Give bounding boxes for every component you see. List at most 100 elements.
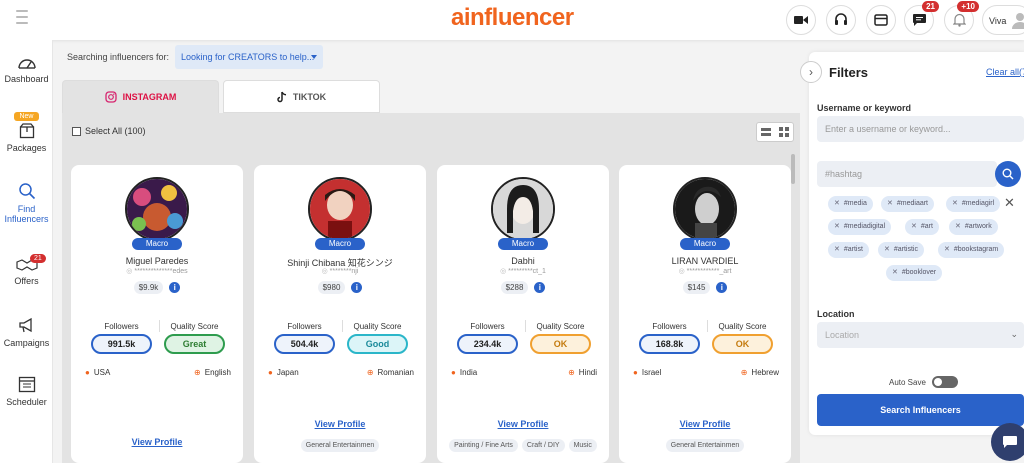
avatar[interactable] [125,177,189,241]
hashtag-chip[interactable]: ✕ #media [828,196,873,212]
user-label: Viva [989,16,1007,26]
divider [159,320,160,332]
hashtag-chip[interactable]: ✕ #booklover [886,265,943,281]
username-input[interactable]: Enter a username or keyword... [817,116,1024,142]
remove-icon: ✕ [955,223,961,230]
package-icon [19,123,34,139]
tiktok-icon [277,91,286,102]
app-logo[interactable]: ainfluencer [451,4,574,32]
tab-tiktok[interactable]: TIKTOK [223,80,380,113]
location-select[interactable]: Location ⌄ [817,322,1024,348]
megaphone-icon [18,317,32,333]
tab-instagram[interactable]: INSTAGRAM [62,80,219,113]
category-tag: Craft / DIY [521,439,565,452]
instagram-icon: ◎ [678,268,687,275]
grid-view-icon[interactable] [775,123,793,141]
chat-button[interactable] [991,423,1024,461]
followers-header: Followers [104,322,139,331]
search-influencers-button[interactable]: Search Influencers [817,394,1024,426]
sidebar-item-label: Scheduler [6,397,47,407]
results-scrollbar[interactable] [791,154,795,184]
view-profile-link[interactable]: View Profile [254,419,426,429]
view-profile-link[interactable]: View Profile [437,419,609,429]
language: ⊕ English [194,368,231,377]
location-pin-icon: ● [451,368,456,377]
info-icon[interactable]: i [716,282,728,293]
close-icon[interactable]: ✕ [1004,195,1015,211]
language: ⊕ Romanian [366,368,414,377]
sidebar-item-find-influencers[interactable]: Find Influencers [0,182,53,224]
hashtag-search-button[interactable] [995,161,1021,187]
user-menu[interactable]: Viva [982,5,1024,35]
auto-save-toggle[interactable] [931,376,958,388]
sidebar-item-offers[interactable]: 21 Offers [0,254,53,286]
sidebar-item-label: Dashboard [4,74,49,84]
hashtag-chip[interactable]: ✕ #artist [828,242,869,258]
language: ⊕ Hindi [568,368,597,377]
sidebar-item-scheduler[interactable]: Scheduler [0,375,53,407]
list-view-icon[interactable] [757,123,775,141]
info-icon[interactable]: i [534,282,546,293]
search-icon [18,183,35,200]
collapse-panel-button[interactable]: › [800,61,822,83]
remove-icon: ✕ [892,269,898,276]
bell-icon[interactable]: +10 [944,1,979,35]
remove-icon: ✕ [911,223,917,230]
avatar[interactable] [673,177,737,241]
hashtag-chip[interactable]: ✕ #mediadigital [828,219,892,235]
price-row: $145 i [619,281,791,294]
category-tag: Music [568,439,597,452]
info-icon[interactable]: i [169,282,181,293]
influencer-card: Macro LIRAN VARDIEL ◎ ************_art $… [619,165,791,463]
clear-all-link[interactable]: Clear all(7 [986,67,1024,77]
sidebar-item-packages[interactable]: New Packages [0,110,53,153]
hashtag-chip[interactable]: ✕ #bookstagram [938,242,1005,258]
view-profile-link[interactable]: View Profile [619,419,791,429]
country: ● India [451,368,478,377]
caret-down-icon [311,55,317,59]
sidebar-item-label: Campaigns [3,338,50,348]
chevron-right-icon: › [809,65,813,79]
hashtag-chip[interactable]: ✕ #art [905,219,939,235]
select-all-checkbox[interactable]: Select All (100) [72,126,146,136]
language: ⊕ Hebrew [740,368,779,377]
quality-header: Quality Score [536,322,585,331]
followers-header: Followers [470,322,505,331]
search-context-label: Searching influencers for: [67,52,170,62]
sidebar-item-dashboard[interactable]: Dashboard [0,56,53,84]
top-header: ainfluencer 21 +10 Viva [0,0,1024,40]
price-badge: $980 [317,281,346,294]
headset-icon[interactable] [826,5,856,35]
remove-icon: ✕ [944,246,950,253]
remove-icon: ✕ [887,200,893,207]
hashtag-chip[interactable]: ✕ #artistic [878,242,924,258]
influencer-card: Macro Shinji Chibana 知花シンジ ◎ ********nji… [254,165,426,463]
sidebar-item-campaigns[interactable]: Campaigns [0,316,53,348]
tier-badge: Macro [680,238,730,250]
chat-icon [1003,436,1017,448]
checkbox[interactable] [72,126,81,136]
new-badge: New [14,112,39,121]
video-icon[interactable] [786,5,816,35]
campaign-select[interactable]: Looking for CREATORS to help... [175,45,323,69]
messages-icon[interactable]: 21 [904,1,939,35]
hashtag-chip[interactable]: ✕ #mediaart [881,196,935,212]
tier-badge: Macro [498,238,548,250]
hashtag-chip[interactable]: ✕ #mediagirl [946,196,1001,212]
avatar[interactable] [491,177,555,241]
view-profile-link[interactable]: View Profile [71,437,243,447]
hashtag-input[interactable]: #hashtag [817,161,997,187]
influencer-name: Miguel Paredes [125,256,189,266]
wallet-icon[interactable] [866,5,896,35]
avatar[interactable] [308,177,372,241]
hamburger-menu-icon[interactable] [16,10,28,24]
info-icon[interactable]: i [351,282,363,293]
notifications-badge: +10 [957,1,979,12]
remove-icon: ✕ [952,200,958,207]
price-row: $288 i [437,281,609,294]
messages-badge: 21 [922,1,939,12]
hashtag-chip[interactable]: ✕ #artwork [949,219,998,235]
location-pin-icon: ● [633,368,638,377]
avatar [1012,13,1024,29]
tab-label: TIKTOK [292,91,327,102]
